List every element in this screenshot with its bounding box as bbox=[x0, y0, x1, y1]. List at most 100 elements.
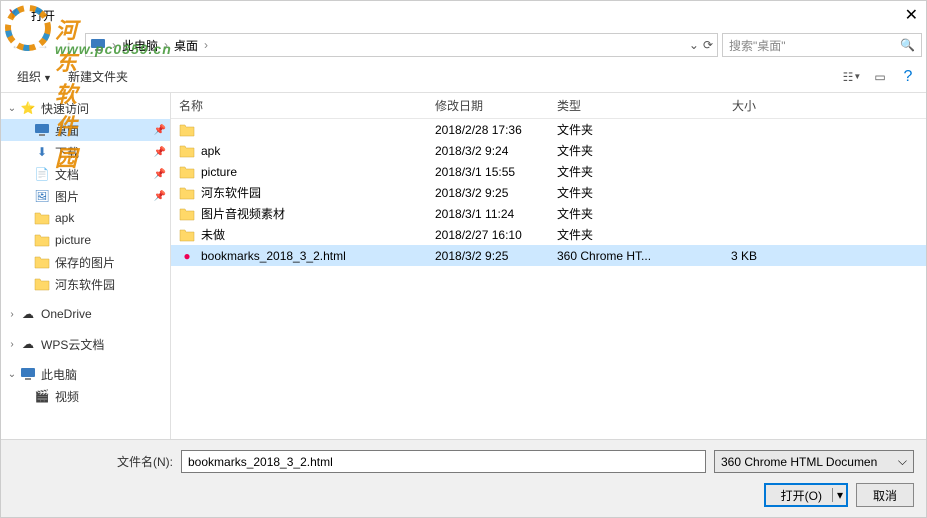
sidebar-item[interactable]: 保存的图片 bbox=[1, 251, 170, 273]
file-name: 图片音视频素材 bbox=[201, 205, 285, 222]
file-type: 360 Chrome HT... bbox=[549, 249, 665, 263]
column-header-name[interactable]: 名称 bbox=[171, 93, 427, 118]
sidebar-item-label: WPS云文档 bbox=[41, 336, 104, 353]
open-button[interactable]: 打开(O) ▾ bbox=[764, 483, 848, 507]
file-row[interactable]: apk2018/3/2 9:24文件夹 bbox=[171, 140, 926, 161]
search-input[interactable]: 搜索"桌面" 🔍 bbox=[722, 33, 922, 57]
file-type: 文件夹 bbox=[549, 226, 665, 243]
file-date: 2018/2/28 17:36 bbox=[427, 123, 549, 137]
search-placeholder: 搜索"桌面" bbox=[729, 37, 786, 54]
sidebar-item[interactable]: 河东软件园 bbox=[1, 273, 170, 295]
file-row[interactable]: ●bookmarks_2018_3_2.html2018/3/2 9:25360… bbox=[171, 245, 926, 266]
chevron-right-icon: › bbox=[110, 38, 118, 52]
file-date: 2018/3/1 15:55 bbox=[427, 165, 549, 179]
file-type: 文件夹 bbox=[549, 163, 665, 180]
app-icon: Y bbox=[9, 7, 25, 23]
refresh-icon[interactable]: ⟳ bbox=[703, 38, 713, 52]
organize-button[interactable]: 组织▼ bbox=[9, 64, 60, 89]
folder-icon bbox=[179, 143, 195, 159]
window-title: 打开 bbox=[31, 7, 55, 24]
sidebar-item[interactable]: 📄文档 📌 bbox=[1, 163, 170, 185]
file-row[interactable]: 河东软件园2018/3/2 9:25文件夹 bbox=[171, 182, 926, 203]
collapse-icon[interactable]: ⌄ bbox=[5, 369, 19, 380]
html-icon: ● bbox=[179, 248, 195, 264]
file-row[interactable]: picture2018/3/1 15:55文件夹 bbox=[171, 161, 926, 182]
file-date: 2018/3/2 9:25 bbox=[427, 186, 549, 200]
folder-icon bbox=[33, 210, 51, 226]
sidebar-onedrive[interactable]: › ☁ OneDrive bbox=[1, 303, 170, 325]
view-options-button[interactable]: ☷ ▼ bbox=[842, 67, 862, 87]
file-row[interactable]: 未做2018/2/27 16:10文件夹 bbox=[171, 224, 926, 245]
folder-icon bbox=[179, 185, 195, 201]
sidebar-item-label: picture bbox=[55, 233, 91, 247]
sidebar-item-label: 下载 bbox=[55, 144, 79, 161]
file-date: 2018/3/1 11:24 bbox=[427, 207, 549, 221]
sidebar-item[interactable]: picture bbox=[1, 229, 170, 251]
chevron-down-icon[interactable]: ▾ bbox=[832, 488, 843, 502]
toolbar: 组织▼ 新建文件夹 ☷ ▼ ▭ ? bbox=[1, 61, 926, 93]
sidebar-this-pc[interactable]: ⌄ 此电脑 bbox=[1, 363, 170, 385]
sidebar-item-label: 河东软件园 bbox=[55, 276, 115, 293]
file-size: 3 KB bbox=[665, 249, 765, 263]
nav-up-button[interactable]: ↑ bbox=[57, 33, 81, 57]
sidebar-item-label: 文档 bbox=[55, 166, 79, 183]
sidebar-wps[interactable]: › ☁ WPS云文档 bbox=[1, 333, 170, 355]
collapse-icon[interactable]: ⌄ bbox=[5, 103, 19, 114]
sidebar: ⌄ ⭐ 快速访问 桌面📌⬇下载📌📄文档📌🖼图片📌apkpicture保存的图片河… bbox=[1, 93, 171, 463]
chevron-right-icon: › bbox=[202, 38, 210, 52]
breadcrumb-bar[interactable]: › 此电脑 › 桌面 › ⌄ ⟳ bbox=[85, 33, 718, 57]
video-icon: 🎬 bbox=[33, 388, 51, 404]
sidebar-item-label: 图片 bbox=[55, 188, 79, 205]
column-header-size[interactable]: 大小 bbox=[665, 93, 765, 118]
preview-pane-button[interactable]: ▭ bbox=[870, 67, 890, 87]
crumb-desktop[interactable]: 桌面 bbox=[170, 37, 202, 54]
pin-icon: 📌 bbox=[154, 191, 166, 202]
download-icon: ⬇ bbox=[33, 144, 51, 160]
file-type: 文件夹 bbox=[549, 205, 665, 222]
file-type: 文件夹 bbox=[549, 121, 665, 138]
sidebar-item-label: OneDrive bbox=[41, 307, 92, 321]
close-button[interactable]: ✕ bbox=[905, 5, 918, 25]
star-icon: ⭐ bbox=[19, 100, 37, 116]
address-dropdown-icon[interactable]: ⌄ bbox=[689, 38, 699, 52]
expand-icon[interactable]: › bbox=[5, 309, 19, 320]
sidebar-item-video[interactable]: 🎬 视频 bbox=[1, 385, 170, 407]
sidebar-item[interactable]: ⬇下载📌 bbox=[1, 141, 170, 163]
nav-back-button[interactable]: ← bbox=[5, 33, 29, 57]
cloud-icon: ☁ bbox=[19, 336, 37, 352]
pc-icon bbox=[90, 37, 106, 53]
sidebar-item[interactable]: 🖼图片📌 bbox=[1, 185, 170, 207]
file-type-filter[interactable]: 360 Chrome HTML Documen ⌵ bbox=[714, 450, 914, 473]
chevron-right-icon: › bbox=[162, 38, 170, 52]
nav-forward-button[interactable]: → bbox=[31, 33, 55, 57]
file-row[interactable]: 2018/2/28 17:36文件夹 bbox=[171, 119, 926, 140]
help-button[interactable]: ? bbox=[898, 67, 918, 87]
document-icon: 📄 bbox=[33, 166, 51, 182]
file-row[interactable]: 图片音视频素材 2018/3/1 11:24文件夹 bbox=[171, 203, 926, 224]
sidebar-item-label: 视频 bbox=[55, 388, 79, 405]
bottom-panel: 文件名(N): 360 Chrome HTML Documen ⌵ 打开(O) … bbox=[1, 439, 926, 517]
file-list-header: 名称 修改日期 类型 大小 bbox=[171, 93, 926, 119]
sidebar-item[interactable]: apk bbox=[1, 207, 170, 229]
column-header-type[interactable]: 类型 bbox=[549, 93, 665, 118]
folder-icon bbox=[33, 254, 51, 270]
cloud-icon: ☁ bbox=[19, 306, 37, 322]
filename-input[interactable] bbox=[181, 450, 706, 473]
cancel-button[interactable]: 取消 bbox=[856, 483, 914, 507]
new-folder-button[interactable]: 新建文件夹 bbox=[60, 64, 136, 89]
sidebar-quick-access[interactable]: ⌄ ⭐ 快速访问 bbox=[1, 97, 170, 119]
desktop-icon bbox=[33, 122, 51, 138]
pin-icon: 📌 bbox=[154, 169, 166, 180]
file-name: 未做 bbox=[201, 226, 225, 243]
column-header-date[interactable]: 修改日期 bbox=[427, 93, 549, 118]
crumb-thispc[interactable]: 此电脑 bbox=[118, 37, 162, 54]
pin-icon: 📌 bbox=[154, 125, 166, 136]
search-icon[interactable]: 🔍 bbox=[900, 38, 915, 52]
expand-icon[interactable]: › bbox=[5, 339, 19, 350]
folder-icon bbox=[33, 232, 51, 248]
chevron-down-icon: ⌵ bbox=[898, 454, 907, 469]
sidebar-item-label: apk bbox=[55, 211, 74, 225]
sidebar-item[interactable]: 桌面📌 bbox=[1, 119, 170, 141]
folder-icon bbox=[179, 122, 195, 138]
folder-icon bbox=[179, 164, 195, 180]
